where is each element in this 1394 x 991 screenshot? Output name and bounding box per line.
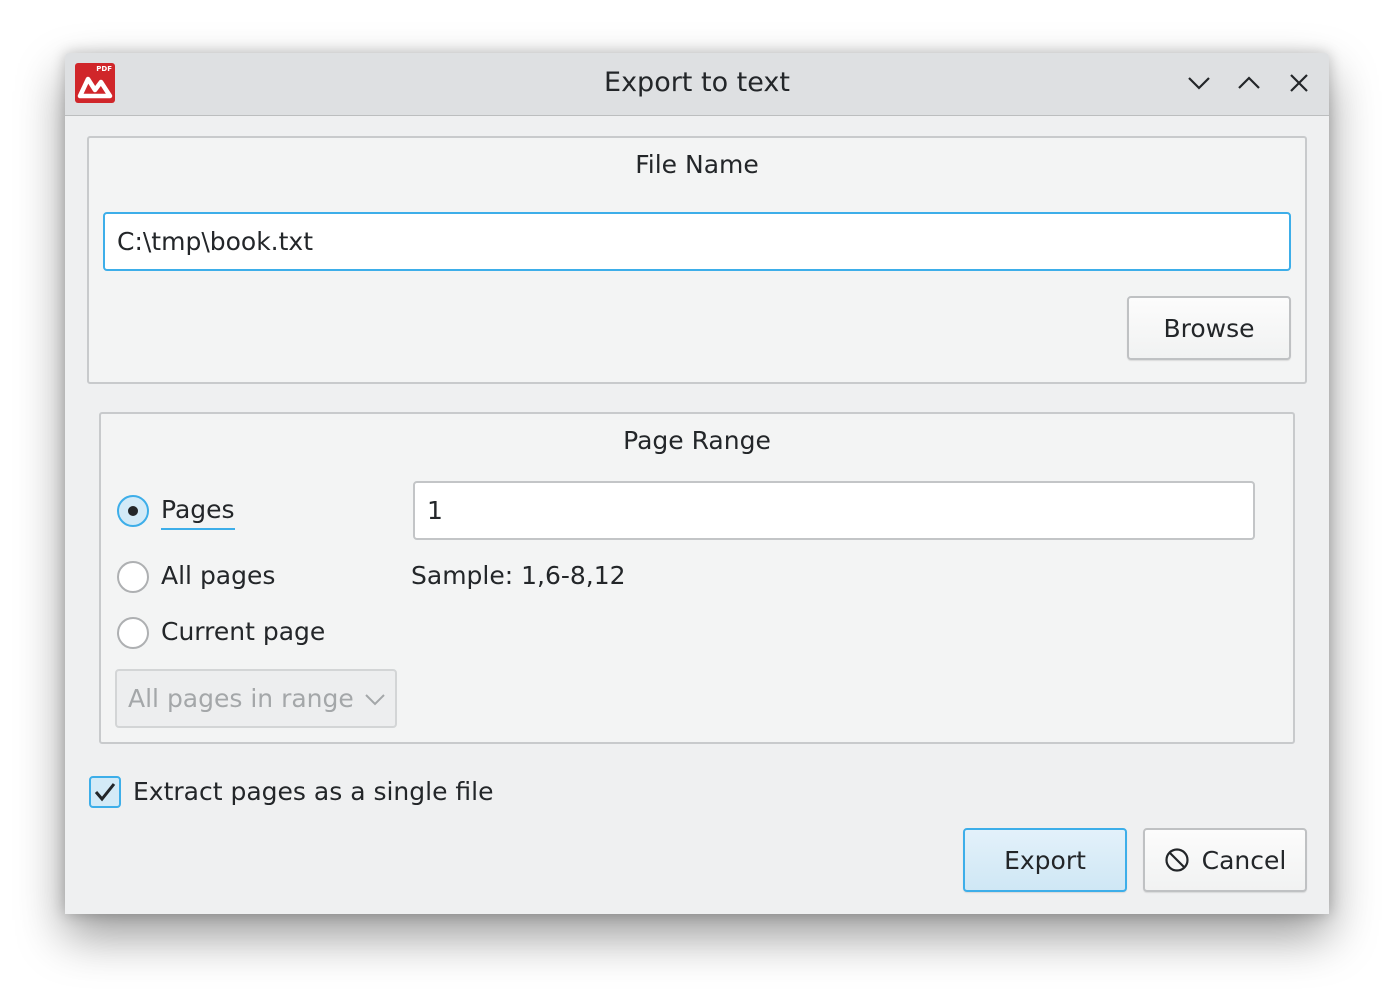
export-dialog: PDF Export to text File Name C:\tmp\book… xyxy=(65,53,1329,914)
maximize-button[interactable] xyxy=(1231,67,1267,101)
close-icon xyxy=(1290,74,1308,92)
minimize-button[interactable] xyxy=(1181,67,1217,101)
chevron-down-icon xyxy=(1188,77,1210,90)
page-range-group-title: Page Range xyxy=(623,426,771,455)
title-bar[interactable]: PDF Export to text xyxy=(65,53,1329,116)
file-name-group-title: File Name xyxy=(635,150,759,179)
pages-radio-label[interactable]: Pages xyxy=(161,494,235,530)
checkmark-icon xyxy=(94,783,116,802)
pages-radio[interactable] xyxy=(117,495,149,527)
radio-selected-dot xyxy=(128,506,138,516)
file-name-group: File Name C:\tmp\book.txt Browse xyxy=(87,136,1307,384)
cancel-circle-icon xyxy=(1165,848,1189,872)
page-subset-select[interactable]: All pages in range xyxy=(115,669,397,728)
current-page-radio-label[interactable]: Current page xyxy=(161,616,325,648)
current-page-radio[interactable] xyxy=(117,617,149,649)
pages-input-value: 1 xyxy=(427,496,443,525)
close-button[interactable] xyxy=(1281,67,1317,101)
single-file-checkbox[interactable] xyxy=(89,776,121,808)
browse-button[interactable]: Browse xyxy=(1127,296,1291,360)
export-button[interactable]: Export xyxy=(963,828,1127,892)
browse-button-label: Browse xyxy=(1163,313,1255,343)
cancel-button-label: Cancel xyxy=(1201,845,1287,875)
chevron-down-icon xyxy=(365,694,385,706)
all-pages-radio[interactable] xyxy=(117,561,149,593)
page-range-group: Page Range Pages 1 All pages Sample: 1,6… xyxy=(99,412,1295,744)
cancel-button[interactable]: Cancel xyxy=(1143,828,1307,892)
sample-hint-text: Sample: 1,6-8,12 xyxy=(411,561,626,590)
export-button-label: Export xyxy=(1004,845,1086,875)
file-path-value: C:\tmp\book.txt xyxy=(117,227,314,256)
page-subset-select-value: All pages in range xyxy=(128,684,354,713)
all-pages-radio-label[interactable]: All pages xyxy=(161,560,275,592)
single-file-checkbox-label[interactable]: Extract pages as a single file xyxy=(133,776,494,808)
pages-input[interactable]: 1 xyxy=(413,481,1255,540)
file-path-input[interactable]: C:\tmp\book.txt xyxy=(103,212,1291,271)
window-title: Export to text xyxy=(604,67,790,98)
chevron-up-icon xyxy=(1238,76,1260,89)
